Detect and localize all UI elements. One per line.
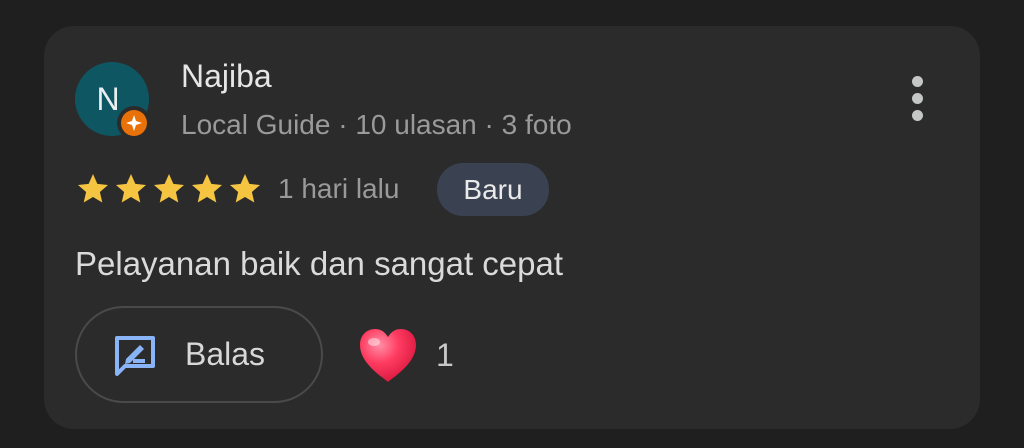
more-vertical-icon-dot xyxy=(912,93,923,104)
like-button[interactable] xyxy=(356,324,420,388)
more-vertical-icon-dot xyxy=(912,110,923,121)
reply-label: Balas xyxy=(185,336,266,372)
more-vertical-icon xyxy=(912,76,923,87)
star-icon xyxy=(189,171,225,207)
heart-icon xyxy=(360,329,416,382)
reply-message-icon xyxy=(115,336,155,376)
review-time: 1 hari lalu xyxy=(278,173,400,204)
reviewer-meta: Local Guide · 10 ulasan · 3 foto xyxy=(181,109,572,140)
reviewer-name[interactable]: Najiba xyxy=(181,58,272,95)
local-guide-badge-icon xyxy=(117,106,151,140)
star-icon xyxy=(151,171,187,207)
review-text: Pelayanan baik dan sangat cepat xyxy=(75,245,564,282)
like-count: 1 xyxy=(436,337,454,373)
new-badge: Baru xyxy=(437,163,549,216)
more-options-button[interactable] xyxy=(896,72,940,126)
star-icon xyxy=(75,171,111,207)
star-icon xyxy=(113,171,149,207)
star-icon xyxy=(227,171,263,207)
reply-button[interactable]: Balas xyxy=(75,306,323,403)
review-card: N Najiba Local Guide · 10 ulasan · 3 fot… xyxy=(44,26,980,429)
star-rating xyxy=(75,171,263,207)
